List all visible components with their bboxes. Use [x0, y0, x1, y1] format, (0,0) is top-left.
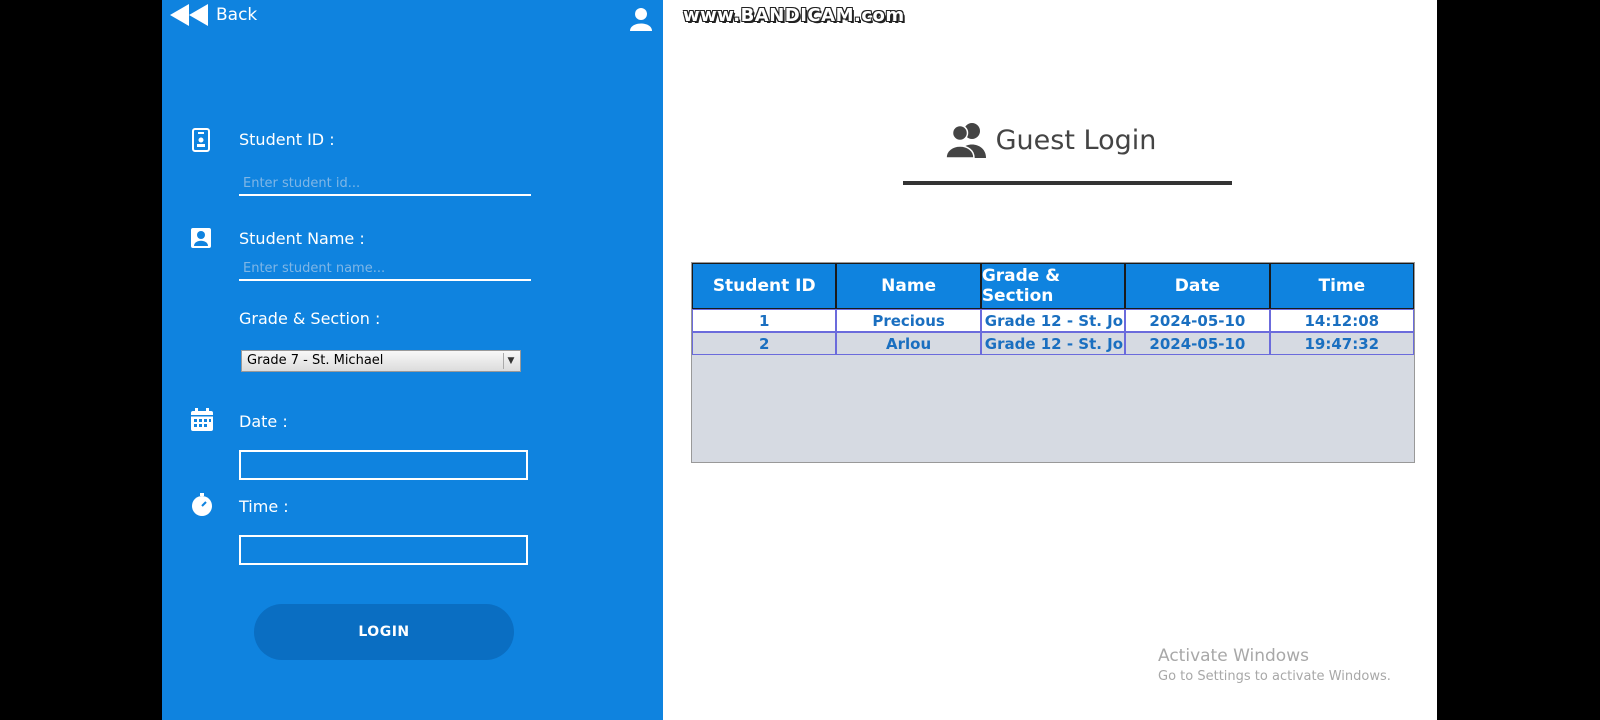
table-cell: 2024-05-10 [1125, 332, 1270, 355]
table-cell: Grade 12 - St. Jo... [980, 309, 1126, 332]
student-id-label: Student ID : [239, 130, 335, 149]
guest-login-window: Back Student ID : Enter student id... St… [162, 0, 1437, 720]
activate-windows-subtitle: Go to Settings to activate Windows. [1158, 669, 1391, 684]
student-name-input[interactable] [239, 257, 531, 281]
activate-windows-notice: Activate Windows Go to Settings to activ… [1158, 646, 1391, 684]
column-header[interactable]: Time [1269, 263, 1415, 309]
grade-section-label: Grade & Section : [239, 309, 381, 328]
grade-section-value: Grade 7 - St. Michael [247, 353, 384, 368]
column-header[interactable]: Grade & Section [980, 263, 1126, 309]
title-area: Guest Login [663, 122, 1437, 158]
table-cell: 14:12:08 [1269, 309, 1414, 332]
table-cell: Precious [836, 309, 981, 332]
table-cell: 1 [692, 309, 837, 332]
stopwatch-icon [190, 493, 214, 521]
table-cell: Arlou [836, 332, 981, 355]
guest-log-table[interactable]: Student ID Name Grade & Section Date Tim… [691, 262, 1415, 463]
page-title: Guest Login [995, 124, 1157, 156]
id-badge-icon [190, 128, 212, 156]
activate-windows-title: Activate Windows [1158, 646, 1309, 666]
back-label: Back [216, 5, 258, 25]
table-cell: 19:47:32 [1269, 332, 1414, 355]
column-header[interactable]: Date [1125, 263, 1270, 309]
login-button[interactable]: LOGIN [254, 604, 514, 660]
date-label: Date : [239, 412, 288, 431]
title-divider [903, 181, 1232, 185]
table-header: Student ID Name Grade & Section Date Tim… [692, 263, 1415, 309]
table-cell: Grade 12 - St. Jo... [980, 332, 1126, 355]
rewind-icon [170, 4, 208, 26]
users-group-icon [944, 123, 986, 158]
time-label: Time : [239, 497, 289, 516]
login-form-panel: Back Student ID : Enter student id... St… [162, 0, 663, 720]
student-id-input[interactable] [239, 172, 531, 196]
dropdown-arrow-icon[interactable]: ▼ [503, 353, 518, 369]
grade-section-select[interactable]: Grade 7 - St. Michael ▼ [241, 350, 521, 372]
contact-card-icon [190, 227, 212, 253]
table-cell: 2024-05-10 [1125, 309, 1270, 332]
column-header[interactable]: Name [836, 263, 981, 309]
calendar-icon [190, 408, 214, 436]
column-header[interactable]: Student ID [692, 263, 837, 309]
guest-log-panel: www.BANDICAM.com Guest Login Student ID … [663, 0, 1437, 720]
table-row[interactable]: 2 Arlou Grade 12 - St. Jo... 2024-05-10 … [692, 332, 1414, 355]
back-button[interactable]: Back [170, 4, 257, 26]
table-cell: 2 [692, 332, 837, 355]
table-row[interactable]: 1 Precious Grade 12 - St. Jo... 2024-05-… [692, 309, 1414, 332]
user-profile-icon[interactable] [630, 7, 652, 35]
date-input[interactable] [239, 450, 528, 480]
student-name-label: Student Name : [239, 229, 365, 248]
time-input[interactable] [239, 535, 528, 565]
bandicam-watermark: www.BANDICAM.com [683, 5, 905, 26]
